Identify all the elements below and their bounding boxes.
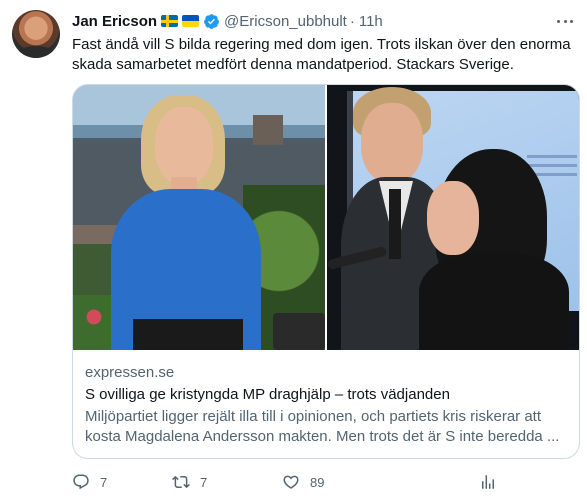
ukraine-flag-icon [182, 15, 200, 27]
reply-icon [73, 474, 89, 490]
card-body: expressen.se S ovilliga ge kristyngda MP… [73, 351, 579, 447]
reply-count: 7 [100, 474, 108, 490]
card-image-left [73, 85, 325, 350]
like-icon [283, 475, 299, 489]
retweet-count: 7 [200, 474, 208, 490]
retweet-button[interactable]: 7 [172, 468, 207, 496]
sweden-flag-icon [161, 15, 179, 27]
analytics-button[interactable] [479, 468, 497, 496]
like-count: 89 [310, 474, 325, 490]
tweet-text: Fast ändå vill S bilda regering med dom … [72, 36, 571, 73]
display-name[interactable]: Jan Ericson [72, 13, 157, 30]
tweet: Jan Ericson @Ericson_ubbhult · 11h Fast … [0, 0, 587, 504]
separator-dot: · [349, 12, 355, 30]
avatar[interactable] [12, 10, 60, 58]
reply-button[interactable]: 7 [72, 468, 107, 496]
card-images [73, 85, 579, 350]
card-image-right [327, 85, 579, 350]
like-button[interactable]: 89 [282, 468, 324, 496]
card-title: S ovilliga ge kristyngda MP draghjälp – … [85, 386, 450, 403]
card-domain: expressen.se [85, 364, 175, 381]
handle[interactable]: @Ericson_ubbhult [224, 13, 347, 30]
link-card[interactable]: expressen.se S ovilliga ge kristyngda MP… [72, 84, 580, 459]
tweet-header: Jan Ericson @Ericson_ubbhult · 11h [72, 11, 383, 31]
timestamp[interactable]: 11h [359, 13, 383, 30]
analytics-icon [482, 475, 494, 489]
card-description: Miljöpartiet ligger rejält illa till i o… [85, 408, 560, 445]
more-icon[interactable] [555, 12, 575, 30]
action-bar: 7 7 89 [72, 468, 502, 496]
verified-icon [204, 13, 219, 29]
retweet-icon [172, 475, 190, 489]
